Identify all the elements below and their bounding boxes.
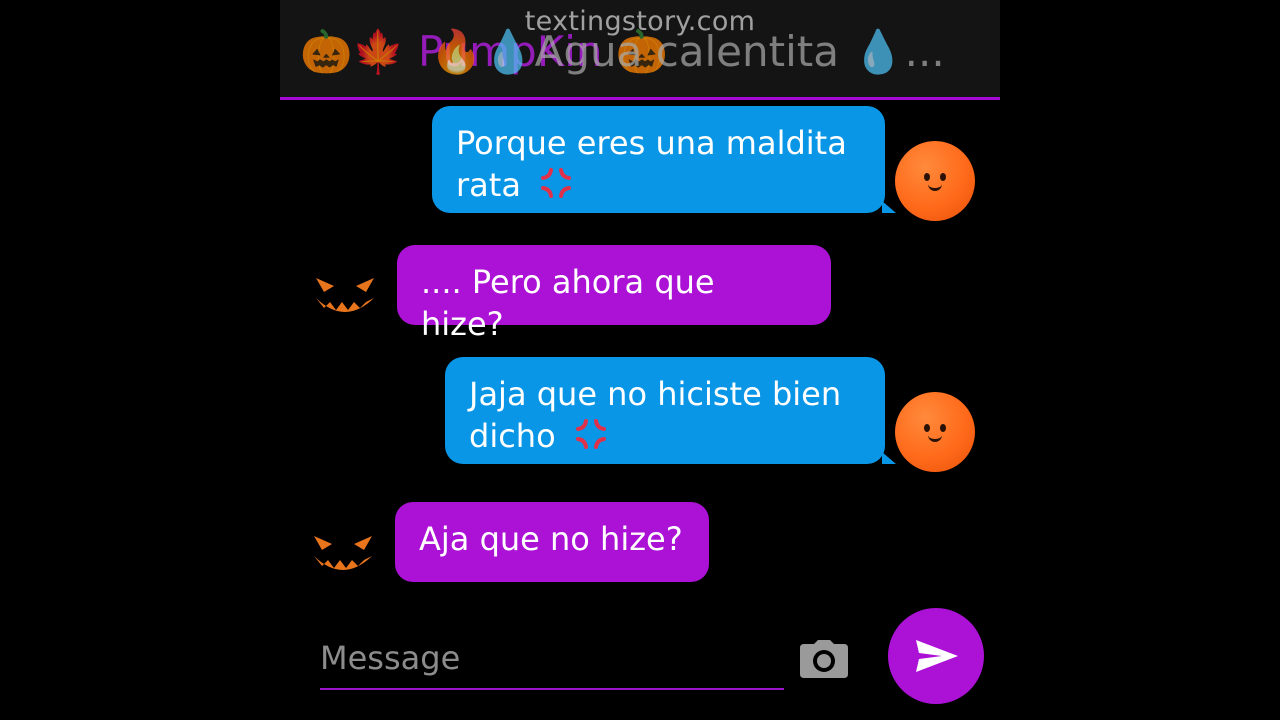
anger-icon bbox=[574, 417, 608, 451]
message-bubble-incoming: Aja que no hize? bbox=[395, 502, 709, 582]
message-input[interactable] bbox=[320, 630, 780, 686]
pumpkin-face-avatar[interactable] bbox=[308, 522, 378, 582]
message-composer bbox=[320, 630, 784, 690]
bubble-tail bbox=[882, 201, 896, 213]
message-bubble-outgoing: Porque eres una maldita rata bbox=[432, 106, 885, 213]
send-button[interactable] bbox=[888, 608, 984, 704]
message-text: Porque eres una maldita rata bbox=[456, 124, 847, 204]
orange-face-avatar[interactable] bbox=[895, 141, 975, 221]
send-icon bbox=[916, 640, 958, 672]
watermark: textingstory.com bbox=[524, 6, 756, 37]
camera-icon[interactable] bbox=[800, 640, 848, 678]
bubble-tail bbox=[882, 452, 896, 464]
orange-face-avatar[interactable] bbox=[895, 392, 975, 472]
message-bubble-incoming: .... Pero ahora que hize? bbox=[397, 245, 831, 343]
message-text: Aja que no hize? bbox=[419, 520, 683, 558]
message-text: .... Pero ahora que hize? bbox=[421, 263, 715, 343]
eye-icon bbox=[940, 424, 946, 432]
mouth-icon bbox=[928, 432, 942, 442]
message-bubble-outgoing: Jaja que no hiciste bien dicho bbox=[445, 357, 885, 464]
chat-screen: 🎃🍁 PumpKin 🎃 🔥💧Agua calentita 💧... texti… bbox=[280, 0, 1000, 720]
eye-icon bbox=[924, 173, 930, 181]
anger-icon bbox=[539, 166, 573, 200]
eye-icon bbox=[940, 173, 946, 181]
eye-icon bbox=[924, 424, 930, 432]
chat-header: 🎃🍁 PumpKin 🎃 🔥💧Agua calentita 💧... texti… bbox=[280, 0, 1000, 100]
pumpkin-face-avatar[interactable] bbox=[310, 264, 380, 324]
message-text: Jaja que no hiciste bien dicho bbox=[469, 375, 842, 455]
mouth-icon bbox=[928, 181, 942, 191]
